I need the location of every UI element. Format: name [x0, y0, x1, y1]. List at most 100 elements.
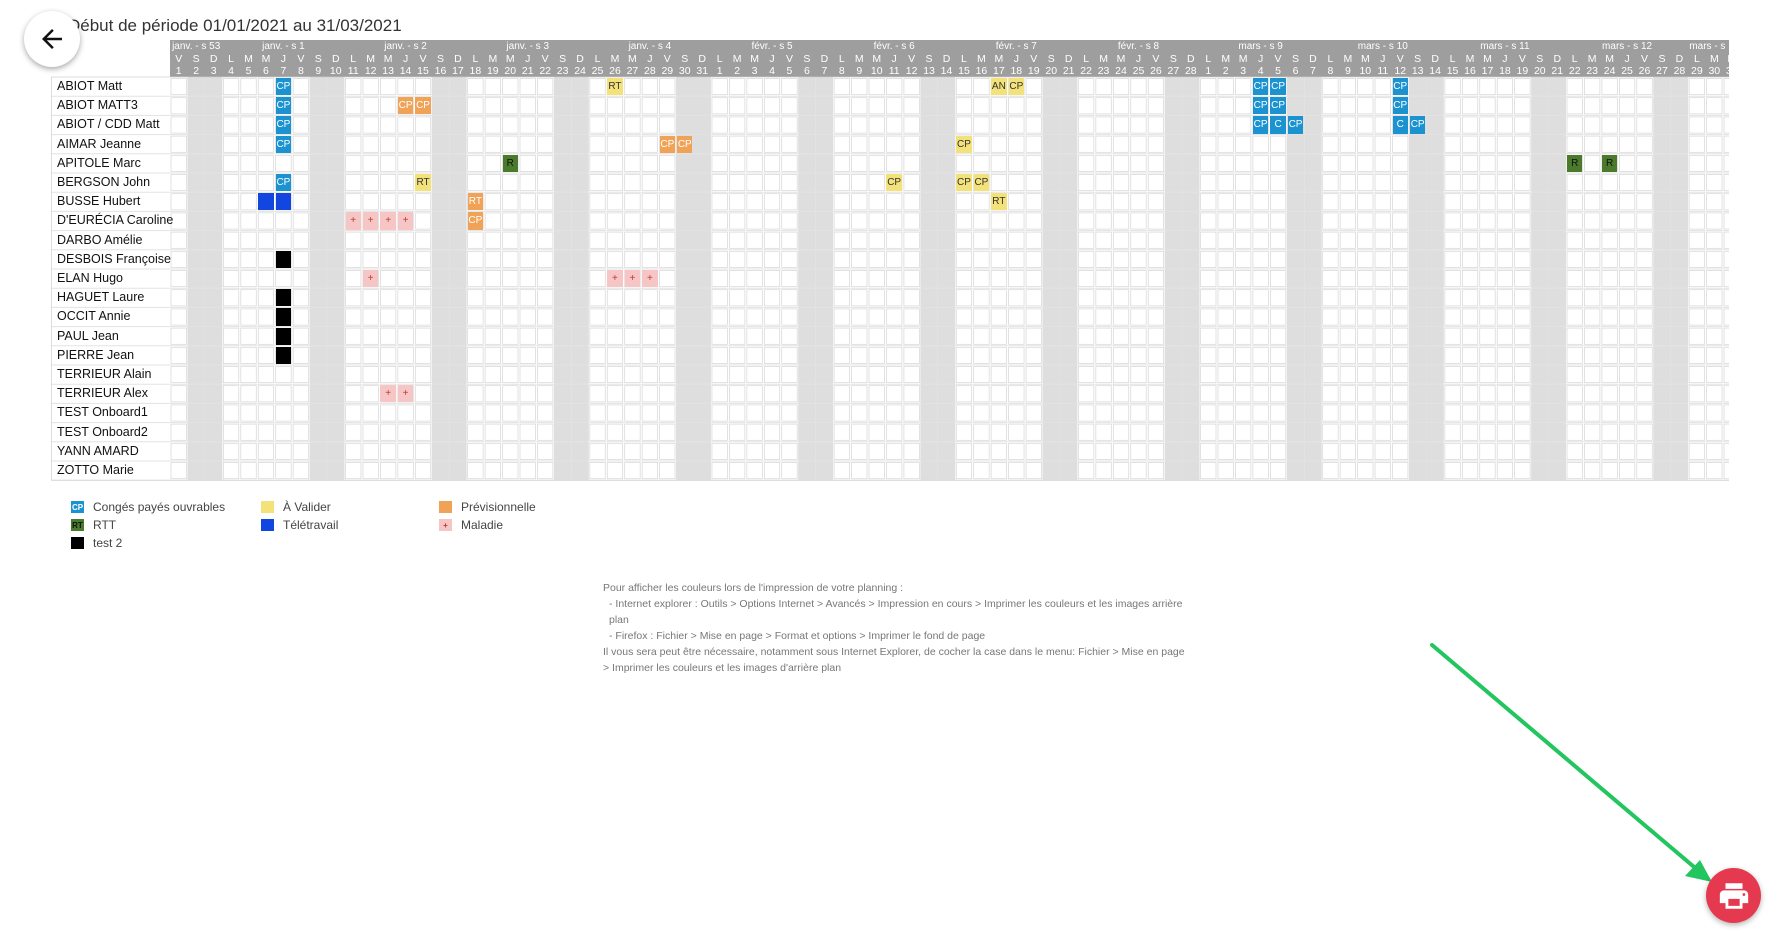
absence-valider[interactable]: CP — [886, 174, 902, 192]
day-cell — [955, 366, 973, 384]
absence-test2[interactable] — [275, 327, 292, 345]
absence-cp[interactable]: C — [1392, 116, 1408, 134]
day-cell — [641, 423, 658, 441]
absence-cp[interactable]: CP — [275, 135, 292, 153]
employee-name[interactable]: YANN AMARD — [57, 442, 139, 461]
back-button[interactable] — [24, 11, 80, 67]
absence-cp[interactable]: CP — [1252, 97, 1269, 115]
day-cell — [345, 308, 362, 326]
employee-name[interactable]: ABIOT Matt — [57, 77, 122, 96]
day-cell — [589, 308, 606, 326]
day-cell — [484, 135, 501, 153]
absence-valider[interactable]: CP — [1008, 78, 1025, 96]
absence-cp[interactable]: CP — [1287, 116, 1304, 134]
absence-rtt[interactable]: R — [502, 154, 518, 172]
absence-test2[interactable] — [275, 308, 292, 326]
absence-valider[interactable]: AN — [991, 78, 1007, 96]
absence-maladie[interactable]: + — [607, 270, 623, 288]
absence-maladie[interactable]: + — [397, 212, 414, 230]
absence-cp[interactable]: CP — [1270, 97, 1286, 115]
absence-valider[interactable]: RT — [991, 193, 1007, 211]
day-cell — [257, 289, 275, 307]
absence-teletravail[interactable] — [258, 193, 274, 211]
employee-name[interactable]: PIERRE Jean — [57, 346, 134, 365]
absence-previsionnelle[interactable]: CP — [659, 135, 676, 153]
day-cell — [1601, 174, 1618, 192]
absence-previsionnelle[interactable]: CP — [677, 135, 693, 153]
absence-maladie[interactable]: + — [397, 385, 414, 403]
absence-rtt[interactable]: R — [1601, 154, 1618, 172]
employee-name[interactable]: TERRIEUR Alex — [57, 384, 148, 403]
day-cell — [1339, 212, 1356, 230]
absence-cp[interactable]: CP — [1409, 116, 1426, 134]
day-cell — [362, 327, 379, 345]
employee-name[interactable]: HAGUET Laure — [57, 288, 144, 307]
day-cell — [1025, 212, 1042, 230]
day-cell — [1130, 308, 1147, 326]
absence-cp[interactable]: CP — [275, 97, 292, 115]
employee-name[interactable]: DESBOIS Françoise — [57, 250, 171, 269]
absence-maladie[interactable]: + — [380, 212, 396, 230]
absence-maladie[interactable]: + — [642, 270, 658, 288]
employee-name[interactable]: TEST Onboard2 — [57, 423, 148, 442]
employee-name[interactable]: TERRIEUR Alain — [57, 365, 151, 384]
absence-maladie[interactable]: + — [362, 270, 379, 288]
absence-valider[interactable]: CP — [973, 174, 990, 192]
absence-maladie[interactable]: + — [345, 212, 361, 230]
day-cell — [519, 174, 536, 192]
employee-name[interactable]: ZOTTO Marie — [57, 461, 134, 480]
absence-cp[interactable]: CP — [275, 78, 292, 96]
absence-previsionnelle[interactable]: CP — [397, 97, 414, 115]
absence-previsionnelle[interactable]: RT — [467, 193, 484, 211]
employee-name[interactable]: D'EURÉCIA Caroline — [57, 211, 173, 230]
day-cell — [170, 289, 187, 307]
day-cell — [833, 116, 850, 134]
absence-previsionnelle[interactable]: CP — [415, 97, 431, 115]
absence-maladie[interactable]: + — [380, 385, 396, 403]
absence-test2[interactable] — [275, 346, 292, 364]
absence-rtt[interactable]: R — [1567, 154, 1583, 172]
print-button[interactable] — [1706, 868, 1761, 923]
employee-name[interactable]: DARBO Amélie — [57, 231, 142, 250]
absence-teletravail[interactable] — [275, 193, 292, 211]
absence-previsionnelle[interactable]: CP — [467, 212, 484, 230]
absence-test2[interactable] — [275, 250, 292, 268]
day-cell — [1461, 231, 1479, 249]
employee-name[interactable]: ELAN Hugo — [57, 269, 123, 288]
absence-valider[interactable]: CP — [956, 135, 972, 153]
employee-name[interactable]: APITOLE Marc — [57, 154, 141, 173]
absence-test2[interactable] — [275, 289, 292, 307]
absence-cp[interactable]: CP — [1270, 78, 1286, 96]
day-cell — [781, 462, 798, 480]
employee-name[interactable]: PAUL Jean — [57, 327, 119, 346]
absence-maladie[interactable]: + — [362, 212, 379, 230]
day-cell — [345, 366, 362, 384]
employee-name[interactable]: BERGSON John — [57, 173, 150, 192]
absence-cp[interactable]: C — [1270, 116, 1286, 134]
employee-name[interactable]: TEST Onboard1 — [57, 403, 148, 422]
day-cell — [1584, 231, 1601, 249]
day-cell — [1217, 385, 1234, 403]
employee-name[interactable]: BUSSE Hubert — [57, 192, 140, 211]
absence-cp[interactable]: CP — [1392, 97, 1408, 115]
absence-valider[interactable]: CP — [956, 174, 972, 192]
employee-name[interactable]: OCCIT Annie — [57, 307, 130, 326]
day-cell — [1723, 289, 1729, 307]
absence-cp[interactable]: CP — [1392, 78, 1408, 96]
absence-valider[interactable]: RT — [607, 78, 623, 96]
day-cell — [1584, 289, 1601, 307]
employee-name[interactable]: ABIOT MATT3 — [57, 96, 138, 115]
day-cell — [362, 462, 379, 480]
absence-cp[interactable]: CP — [1252, 78, 1269, 96]
absence-maladie[interactable]: + — [624, 270, 641, 288]
day-cell — [1008, 385, 1025, 403]
day-cell — [1078, 193, 1095, 211]
employee-name[interactable]: AIMAR Jeanne — [57, 135, 141, 154]
employee-name[interactable]: ABIOT / CDD Matt — [57, 115, 160, 134]
absence-cp[interactable]: CP — [1252, 116, 1269, 134]
day-cell — [1078, 385, 1095, 403]
absence-cp[interactable]: CP — [275, 174, 292, 192]
absence-cp[interactable]: CP — [275, 116, 292, 134]
day-cell — [240, 366, 257, 384]
absence-valider[interactable]: RT — [415, 174, 431, 192]
